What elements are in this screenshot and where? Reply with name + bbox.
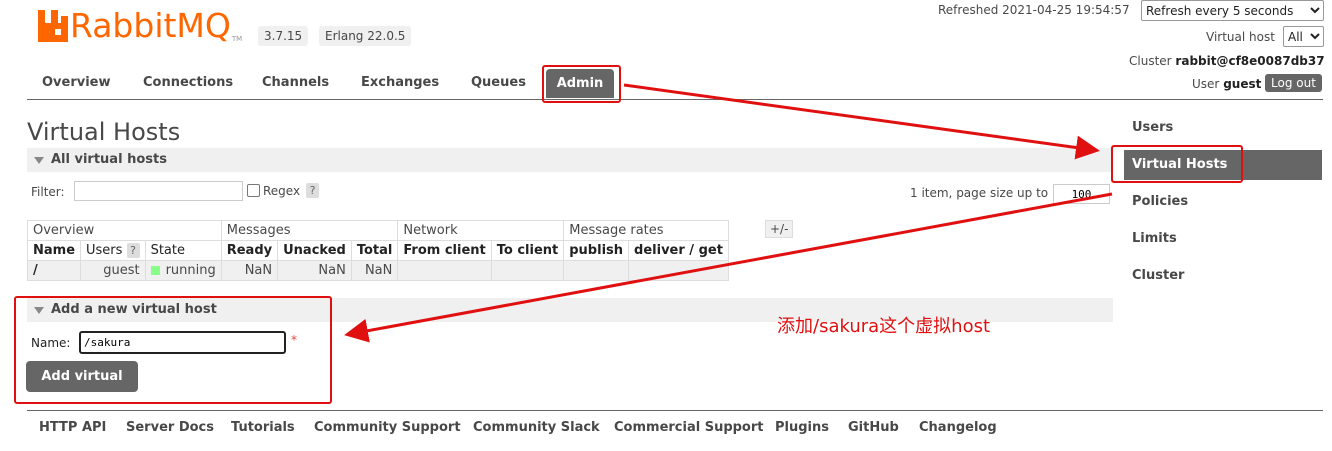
footer-link-changelog[interactable]: Changelog (919, 420, 997, 435)
footer-link-http-api[interactable]: HTTP API (39, 420, 106, 435)
annotation-arrows (344, 83, 1113, 343)
footer-link-tutorials[interactable]: Tutorials (231, 420, 295, 435)
arrow-admin-to-virtual-hosts (623, 83, 1100, 160)
footer-link-server-docs[interactable]: Server Docs (126, 420, 214, 435)
annotation-text: 添加/sakura这个虚拟host (777, 316, 991, 337)
footer-link-github[interactable]: GitHub (848, 420, 899, 435)
arrow-virtual-hosts-to-form (344, 192, 1113, 343)
footer-link-commercial-support[interactable]: Commercial Support (614, 420, 764, 435)
footer-link-community-slack[interactable]: Community Slack (473, 420, 600, 435)
footer: HTTP API Server Docs Tutorials Community… (27, 410, 1323, 441)
footer-link-community-support[interactable]: Community Support (314, 420, 461, 435)
footer-link-plugins[interactable]: Plugins (775, 420, 829, 435)
